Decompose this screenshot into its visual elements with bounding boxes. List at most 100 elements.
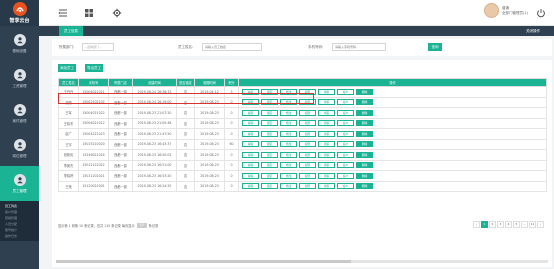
tab-employee-info[interactable]: 员工信息 [59, 26, 83, 36]
page-button[interactable]: 4 [505, 221, 512, 228]
op-button-6[interactable]: 删除 [356, 130, 373, 137]
op-button-1[interactable]: 锁定 [261, 172, 278, 179]
op-button-1[interactable]: 锁定 [261, 120, 278, 127]
table-cell: 2019-08-23 [194, 117, 225, 129]
op-button-6[interactable]: 删除 [356, 88, 373, 95]
page-button[interactable]: 3 [497, 221, 504, 228]
op-button-4[interactable]: 离职 [318, 130, 335, 137]
op-button-1[interactable]: 锁定 [261, 109, 278, 116]
op-button-3[interactable]: 权限 [299, 172, 316, 179]
phone-input[interactable] [332, 43, 386, 51]
grid-icon[interactable] [84, 8, 94, 18]
op-button-3[interactable]: 权限 [299, 141, 316, 148]
op-button-5[interactable]: 客户 [337, 88, 354, 95]
op-button-5[interactable]: 客户 [337, 109, 354, 116]
op-button-5[interactable]: 客户 [337, 183, 354, 190]
op-button-2[interactable]: 修改 [280, 172, 297, 179]
page-button[interactable]: 5 [513, 221, 520, 228]
power-icon[interactable] [536, 8, 546, 18]
op-button-2[interactable]: 修改 [280, 151, 297, 158]
dept-select[interactable]: --选择部门-- [82, 43, 114, 51]
op-button-6[interactable]: 删除 [356, 183, 373, 190]
pagination: ‹ 1 2 3 4 5... 11 › [472, 221, 544, 228]
op-button-1[interactable]: 锁定 [261, 130, 278, 137]
sidebar-item-2[interactable]: 案件管理 [0, 96, 39, 131]
op-button-6[interactable]: 删除 [356, 99, 373, 106]
op-button-4[interactable]: 离职 [318, 141, 335, 148]
op-button-1[interactable]: 锁定 [261, 141, 278, 148]
op-button-3[interactable]: 权限 [299, 120, 316, 127]
op-button-6[interactable]: 删除 [356, 172, 373, 179]
page-button[interactable]: ... [521, 221, 528, 228]
close-ops-menu[interactable]: 关闭操作 [526, 26, 540, 36]
op-button-4[interactable]: 离职 [318, 162, 335, 169]
user-menu[interactable]: 普通 全部门管理员(1) [484, 3, 528, 18]
op-button-1[interactable]: 锁定 [261, 151, 278, 158]
op-button-3[interactable]: 权限 [299, 130, 316, 137]
op-button-0[interactable]: 编辑 [242, 120, 259, 127]
column-header: 所属门店 [108, 78, 133, 87]
op-button-6[interactable]: 删除 [356, 162, 373, 169]
gear-icon[interactable] [112, 8, 122, 18]
op-button-4[interactable]: 离职 [318, 172, 335, 179]
op-button-4[interactable]: 离职 [318, 109, 335, 116]
menu-toggle-icon[interactable] [58, 8, 68, 18]
sidebar-item-label: 岗位管理 [12, 153, 27, 158]
op-button-2[interactable]: 修改 [280, 162, 297, 169]
op-button-0[interactable]: 编辑 [242, 172, 259, 179]
op-button-4[interactable]: 离职 [318, 88, 335, 95]
op-button-0[interactable]: 编辑 [242, 183, 259, 190]
op-button-5[interactable]: 客户 [337, 141, 354, 148]
op-button-4[interactable]: 离职 [318, 183, 335, 190]
op-button-3[interactable]: 权限 [299, 183, 316, 190]
op-button-2[interactable]: 修改 [280, 130, 297, 137]
search-button[interactable]: 查询 [428, 43, 442, 51]
sidebar-item-4[interactable]: 员工管理 [0, 166, 39, 201]
op-button-1[interactable]: 锁定 [261, 162, 278, 169]
page-button[interactable]: ‹ [473, 221, 480, 228]
add-employee-button[interactable]: 添加员工 [58, 64, 76, 72]
op-button-0[interactable]: 编辑 [242, 109, 259, 116]
op-button-2[interactable]: 修改 [280, 120, 297, 127]
op-button-6[interactable]: 删除 [356, 120, 373, 127]
op-button-2[interactable]: 修改 [280, 141, 297, 148]
op-button-0[interactable]: 编辑 [242, 162, 259, 169]
op-button-1[interactable]: 锁定 [261, 183, 278, 190]
op-button-2[interactable]: 修改 [280, 109, 297, 116]
table-cell: 否 [176, 138, 195, 150]
name-input[interactable] [202, 43, 262, 51]
op-button-6[interactable]: 删除 [356, 109, 373, 116]
op-button-6[interactable]: 删除 [356, 151, 373, 158]
op-button-5[interactable]: 客户 [337, 162, 354, 169]
table-row: 王艳 15120021001 西都一部 2019-08-23 16:24:25 否 201… [58, 180, 547, 192]
per-page-select[interactable]: 10 [136, 223, 147, 228]
op-button-0[interactable]: 编辑 [242, 130, 259, 137]
op-button-3[interactable]: 权限 [299, 109, 316, 116]
column-header: 到期时间 [194, 78, 225, 87]
op-button-3[interactable]: 权限 [299, 151, 316, 158]
op-button-5[interactable]: 客户 [337, 172, 354, 179]
op-button-6[interactable]: 删除 [356, 141, 373, 148]
op-button-5[interactable]: 客户 [337, 130, 354, 137]
submenu-item[interactable]: 操作日志 [0, 233, 39, 239]
page-button[interactable]: › [537, 221, 544, 228]
op-button-3[interactable]: 权限 [299, 162, 316, 169]
page-button[interactable]: 11 [529, 221, 536, 228]
sidebar-item-0[interactable]: 基础设置 [0, 26, 39, 61]
horizontal-scrollbar[interactable] [56, 260, 548, 263]
op-button-4[interactable]: 离职 [318, 120, 335, 127]
op-button-5[interactable]: 客户 [337, 120, 354, 127]
sidebar-item-3[interactable]: 岗位管理 [0, 131, 39, 166]
page-button[interactable]: 1 [481, 221, 488, 228]
sidebar-item-1[interactable]: 工资管理 [0, 61, 39, 96]
table-cell: 15011202021 [78, 170, 109, 182]
op-button-2[interactable]: 修改 [280, 183, 297, 190]
op-button-5[interactable]: 客户 [337, 99, 354, 106]
op-button-4[interactable]: 离职 [318, 99, 335, 106]
page-button[interactable]: 2 [489, 221, 496, 228]
export-employee-button[interactable]: 导出员工 [85, 64, 103, 72]
op-button-4[interactable]: 离职 [318, 151, 335, 158]
op-button-5[interactable]: 客户 [337, 151, 354, 158]
op-button-0[interactable]: 编辑 [242, 151, 259, 158]
op-button-0[interactable]: 编辑 [242, 141, 259, 148]
